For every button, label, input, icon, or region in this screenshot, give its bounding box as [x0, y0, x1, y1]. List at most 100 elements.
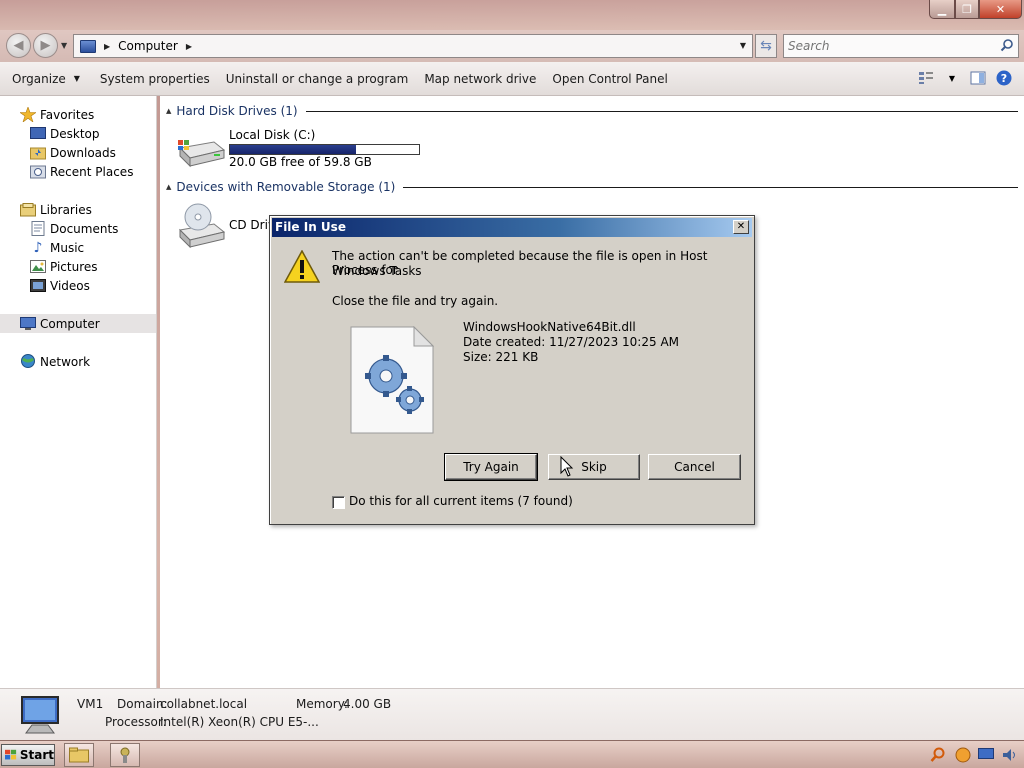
change-view-icon[interactable] [918, 70, 934, 86]
start-label: Start [19, 748, 54, 762]
breadcrumb-computer[interactable]: Computer [118, 39, 178, 53]
nav-desktop[interactable]: Desktop [0, 124, 156, 143]
domain-value: collabnet.local [160, 697, 248, 711]
search-tray-icon[interactable] [930, 747, 946, 763]
address-bar[interactable]: ▶ Computer ▶ ▼ [73, 34, 753, 58]
network-icon [20, 354, 36, 369]
preview-pane-icon[interactable] [970, 70, 986, 86]
nav-network-label: Network [40, 354, 91, 369]
nav-pictures-label: Pictures [50, 259, 98, 274]
organize-label: Organize [12, 71, 66, 86]
forward-button[interactable]: ▶ [33, 33, 58, 58]
hard-disk-group-label: Hard Disk Drives (1) [176, 104, 298, 118]
hard-drive-icon [178, 140, 226, 168]
try-again-button[interactable]: Try Again [444, 453, 538, 481]
nav-network[interactable]: Network [0, 352, 156, 371]
memory-value: 4.00 GB [343, 697, 392, 711]
nav-downloads[interactable]: Downloads [0, 143, 156, 162]
computer-icon [20, 316, 36, 331]
windows-logo-icon [5, 749, 17, 760]
file-in-use-dialog: File In Use ✕ The action can't be comple… [269, 215, 755, 525]
close-icon: ✕ [736, 221, 746, 232]
local-disk-free-space: 20.0 GB free of 59.8 GB [229, 155, 372, 169]
back-button[interactable]: ◀ [6, 33, 31, 58]
collapse-triangle-icon[interactable]: ▲ [166, 107, 171, 115]
nav-videos-label: Videos [50, 278, 90, 293]
nav-downloads-label: Downloads [50, 145, 116, 160]
nav-favorites-label: Favorites [40, 107, 95, 122]
collapse-triangle-icon[interactable]: ▲ [166, 183, 171, 191]
nav-favorites[interactable]: Favorites [0, 105, 156, 124]
refresh-button[interactable]: ⇆ [755, 34, 777, 58]
update-tray-icon[interactable] [955, 747, 971, 763]
view-options-chevron-icon[interactable]: ▼ [944, 70, 960, 86]
nav-computer[interactable]: Computer [0, 314, 156, 333]
file-name: WindowsHookNative64Bit.dll [463, 320, 636, 334]
breadcrumb-chevron-icon[interactable]: ▶ [104, 42, 110, 51]
hard-disk-group-header[interactable]: ▲ Hard Disk Drives (1) [166, 104, 1018, 118]
cancel-button[interactable]: Cancel [648, 454, 741, 480]
nav-libraries-label: Libraries [40, 202, 92, 217]
apply-to-all-checkbox[interactable] [332, 496, 345, 509]
breadcrumb-chevron-icon[interactable]: ▶ [186, 42, 192, 51]
nav-libraries[interactable]: Libraries [0, 200, 156, 219]
local-disk-name: Local Disk (C:) [229, 128, 316, 142]
search-box[interactable] [783, 34, 1019, 58]
nav-documents-label: Documents [50, 221, 119, 236]
dialog-message-line2: Windows Tasks [332, 264, 422, 278]
maximize-button[interactable]: ❐ [955, 0, 979, 19]
videos-icon [30, 279, 46, 293]
processor-label: Processor: [105, 715, 167, 729]
close-window-button[interactable]: ✕ [979, 0, 1022, 19]
nav-computer-label: Computer [40, 316, 100, 331]
removable-storage-group-header[interactable]: ▲ Devices with Removable Storage (1) [166, 180, 1018, 194]
taskbar-app-button[interactable] [110, 743, 140, 767]
window-titlebar: ▁ ❐ ✕ [0, 0, 1024, 30]
volume-tray-icon[interactable] [1002, 747, 1018, 763]
nav-recent-places-label: Recent Places [50, 164, 134, 179]
memory-label: Memory: [296, 697, 348, 711]
taskbar-explorer-button[interactable] [64, 743, 94, 767]
star-icon [20, 107, 36, 122]
details-pane: VM1 Domain: collabnet.local Memory: 4.00… [0, 688, 1024, 740]
disk-capacity-bar [229, 144, 420, 155]
music-note-icon: ♪ [33, 239, 43, 256]
minimize-button[interactable]: ▁ [929, 0, 955, 19]
search-input[interactable] [788, 39, 988, 53]
tools-icon [120, 747, 130, 763]
computer-icon [80, 39, 96, 53]
open-control-panel-button[interactable]: Open Control Panel [544, 67, 675, 91]
computer-name: VM1 [77, 697, 104, 711]
cd-drive-icon [178, 203, 226, 248]
recent-pages-dropdown-icon[interactable]: ▼ [61, 41, 67, 50]
chevron-down-icon: ▼ [73, 74, 80, 83]
nav-recent-places[interactable]: Recent Places [0, 162, 156, 181]
navigation-pane: Favorites Desktop Downloads Recent Place… [0, 96, 157, 688]
nav-pictures[interactable]: Pictures [0, 257, 156, 276]
display-tray-icon[interactable] [978, 747, 994, 763]
system-properties-button[interactable]: System properties [92, 67, 218, 91]
dialog-instruction: Close the file and try again. [332, 294, 499, 308]
organize-button[interactable]: Organize ▼ [4, 67, 88, 91]
apply-to-all-label[interactable]: Do this for all current items (7 found) [349, 494, 573, 508]
navigation-bar: ◀ ▶ ▼ ▶ Computer ▶ ▼ ⇆ [0, 30, 1024, 62]
nav-documents[interactable]: Documents [0, 219, 156, 238]
pictures-icon [30, 260, 46, 274]
address-dropdown-icon[interactable]: ▼ [740, 41, 746, 50]
dialog-titlebar[interactable]: File In Use ✕ [272, 218, 752, 237]
nav-music[interactable]: ♪ Music [0, 238, 156, 257]
start-button[interactable]: Start [1, 744, 55, 766]
nav-music-label: Music [50, 240, 85, 255]
back-arrow-icon: ◀ [13, 38, 24, 53]
group-divider [305, 110, 1018, 112]
dialog-close-button[interactable]: ✕ [733, 220, 749, 234]
help-icon[interactable]: ? [996, 70, 1012, 86]
search-icon[interactable] [1000, 38, 1014, 52]
map-network-drive-button[interactable]: Map network drive [416, 67, 544, 91]
uninstall-program-button[interactable]: Uninstall or change a program [218, 67, 417, 91]
file-size: Size: 221 KB [463, 350, 539, 364]
downloads-folder-icon [30, 146, 46, 160]
nav-videos[interactable]: Videos [0, 276, 156, 295]
computer-monitor-icon [21, 696, 59, 734]
mouse-cursor-icon [560, 456, 574, 477]
